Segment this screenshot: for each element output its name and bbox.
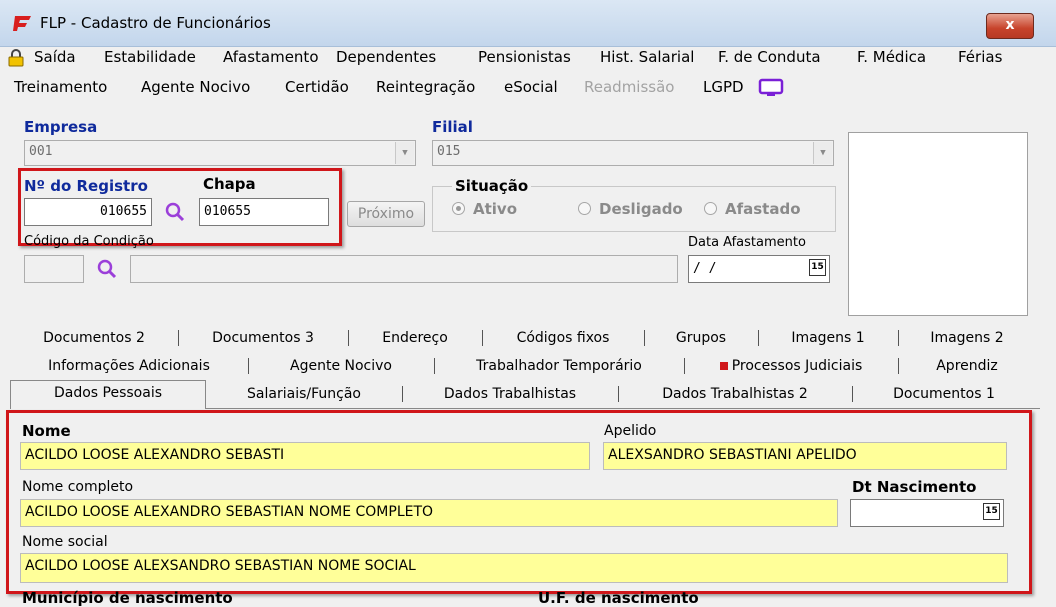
- empresa-value: 001: [29, 144, 53, 159]
- monitor-icon[interactable]: [758, 78, 784, 98]
- menu-row-2: Treinamento Agente Nocivo Certidão Reint…: [0, 74, 1056, 100]
- radio-ativo-label: Ativo: [473, 200, 518, 218]
- menu-treinamento[interactable]: Treinamento: [14, 78, 107, 96]
- radio-afastado[interactable]: Afastado: [704, 200, 801, 218]
- tab-processos-judiciais[interactable]: Processos Judiciais: [684, 358, 899, 374]
- tab-documentos-1[interactable]: Documentos 1: [852, 386, 1036, 402]
- radio-dot-icon: [452, 202, 465, 215]
- tab-imagens-2[interactable]: Imagens 2: [898, 330, 1036, 346]
- codigo-condicao-input[interactable]: [24, 255, 84, 283]
- filial-value: 015: [437, 144, 461, 159]
- tab-documentos-2[interactable]: Documentos 2: [10, 330, 179, 346]
- tab-dados-trabalhistas[interactable]: Dados Trabalhistas: [402, 386, 619, 402]
- codigo-condicao-descricao: [130, 255, 678, 283]
- tab-endereco[interactable]: Endereço: [348, 330, 483, 346]
- filial-select[interactable]: 015 ▼: [432, 140, 834, 166]
- data-afastamento-value: / /: [693, 261, 717, 276]
- radio-desligado[interactable]: Desligado: [578, 200, 683, 218]
- tab-imagens-1[interactable]: Imagens 1: [758, 330, 899, 346]
- menu-dependentes[interactable]: Dependentes: [336, 48, 436, 66]
- tab-dados-trabalhistas-2[interactable]: Dados Trabalhistas 2: [618, 386, 853, 402]
- menu-certidao[interactable]: Certidão: [285, 78, 349, 96]
- empresa-label: Empresa: [24, 118, 98, 136]
- tab-row-1: Documentos 2 Documentos 3 Endereço Códig…: [10, 326, 1040, 352]
- menu-agente-nocivo[interactable]: Agente Nocivo: [141, 78, 250, 96]
- tab-documentos-3[interactable]: Documentos 3: [178, 330, 349, 346]
- tab-grupos[interactable]: Grupos: [644, 330, 759, 346]
- data-afastamento-input[interactable]: / / 15: [688, 255, 830, 283]
- menu-readmissao: Readmissão: [584, 78, 675, 96]
- menu-f-medica[interactable]: F. Médica: [857, 48, 926, 66]
- menu-row-1: Saída Estabilidade Afastamento Dependent…: [0, 44, 1056, 70]
- close-button[interactable]: x: [986, 13, 1034, 39]
- tab-informacoes-adicionais[interactable]: Informações Adicionais: [10, 358, 249, 374]
- calendar-icon[interactable]: 15: [809, 259, 826, 276]
- municipio-label: Município de nascimento: [22, 589, 233, 607]
- empresa-select[interactable]: 001 ▼: [24, 140, 416, 166]
- menu-pensionistas[interactable]: Pensionistas: [478, 48, 571, 66]
- radio-dot-icon: [578, 202, 591, 215]
- radio-afastado-label: Afastado: [725, 200, 801, 218]
- tab-aprendiz[interactable]: Aprendiz: [898, 358, 1036, 374]
- menu-f-conduta[interactable]: F. de Conduta: [718, 48, 821, 66]
- tab-processos-judiciais-label: Processos Judiciais: [731, 358, 863, 374]
- radio-dot-icon: [704, 202, 717, 215]
- menu-afastamento[interactable]: Afastamento: [223, 48, 319, 66]
- tab-dados-pessoais[interactable]: Dados Pessoais: [10, 380, 206, 409]
- tab-trabalhador-temporario[interactable]: Trabalhador Temporário: [434, 358, 685, 374]
- proximo-button[interactable]: Próximo: [347, 201, 425, 227]
- filial-label: Filial: [432, 118, 473, 136]
- menu-reintegracao[interactable]: Reintegração: [376, 78, 475, 96]
- search-icon[interactable]: [96, 258, 118, 280]
- menu-lgpd[interactable]: LGPD: [703, 78, 744, 96]
- radio-ativo[interactable]: Ativo: [452, 200, 517, 218]
- data-afastamento-label: Data Afastamento: [688, 235, 806, 250]
- chevron-down-icon[interactable]: ▼: [395, 142, 414, 164]
- pessoais-highlight: [6, 410, 1032, 594]
- menu-ferias[interactable]: Férias: [958, 48, 1002, 66]
- menu-saida[interactable]: Saída: [34, 48, 76, 66]
- tab-codigos-fixos[interactable]: Códigos fixos: [482, 330, 645, 346]
- employee-photo[interactable]: [848, 132, 1028, 316]
- radio-desligado-label: Desligado: [599, 200, 683, 218]
- lock-icon: [8, 49, 24, 67]
- tab-agente-nocivo[interactable]: Agente Nocivo: [248, 358, 435, 374]
- app-logo-icon: [13, 16, 31, 31]
- alert-marker-icon: [719, 362, 728, 370]
- menu-hist-salarial[interactable]: Hist. Salarial: [600, 48, 694, 66]
- window-title: FLP - Cadastro de Funcionários: [40, 14, 271, 32]
- menu-esocial[interactable]: eSocial: [504, 78, 558, 96]
- menu-estabilidade[interactable]: Estabilidade: [104, 48, 196, 66]
- tab-row-3: Dados Pessoais Salariais/Função Dados Tr…: [10, 380, 1040, 409]
- uf-label: U.F. de nascimento: [538, 589, 699, 607]
- tab-row-2: Informações Adicionais Agente Nocivo Tra…: [10, 354, 1040, 380]
- situacao-label: Situação: [452, 177, 532, 195]
- tab-salariais-funcao[interactable]: Salariais/Função: [206, 386, 403, 402]
- chevron-down-icon[interactable]: ▼: [813, 142, 832, 164]
- codigo-condicao-label: Código da Condição: [24, 234, 154, 249]
